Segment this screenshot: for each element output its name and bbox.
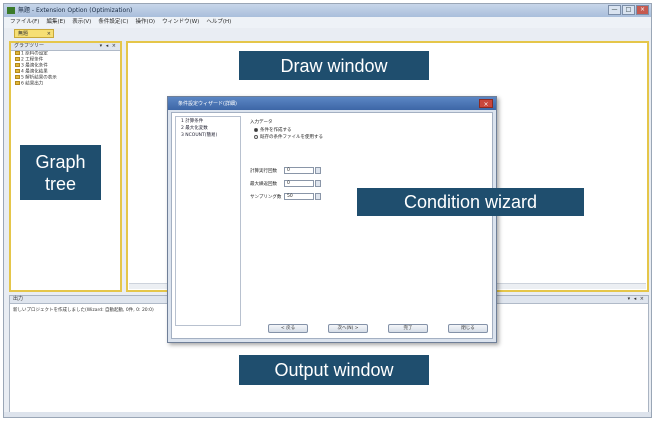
window-controls: — □ ×: [608, 5, 649, 15]
condition-wizard-callout: Condition wizard: [357, 188, 584, 216]
draw-window-callout: Draw window: [239, 51, 429, 80]
pane-controls-icon[interactable]: ▾ ◂ ×: [628, 296, 645, 303]
document-tab[interactable]: 無題 ×: [14, 29, 54, 38]
document-tab-label: 無題: [18, 31, 29, 37]
tree-item-label: 5 解析結果の表示: [21, 75, 57, 81]
field-label: 最大繰返回数: [250, 182, 277, 187]
number-input[interactable]: 0: [284, 180, 314, 187]
folder-icon: [15, 51, 20, 55]
next-button[interactable]: 次へ(N) >: [328, 324, 368, 333]
number-input[interactable]: 0: [284, 167, 314, 174]
app-icon: [7, 7, 15, 14]
wizard-step[interactable]: 2 最大化変数: [176, 124, 240, 131]
tree-item-label: 1 原料の設定: [21, 51, 48, 57]
graph-tree-label-line2: tree: [44, 173, 77, 194]
tree-item-label: 4 最適化結果: [21, 69, 48, 75]
graph-tree-title: グラフツリー: [14, 43, 45, 49]
window-title: 無題 - Extension Option (Optimization): [18, 7, 133, 14]
wizard-steps-list: 1 計算条件 2 最大化変数 3 NCOUNT(簡易): [175, 116, 241, 326]
radio-existing-label: 既存の条件ファイルを使用する: [260, 135, 323, 140]
radio-selected-icon: [254, 127, 258, 132]
back-button[interactable]: < 戻る: [268, 324, 308, 333]
graph-tree-callout: Graph tree: [20, 145, 101, 200]
close-dialog-button[interactable]: 閉じる: [448, 324, 488, 333]
wizard-step[interactable]: 3 NCOUNT(簡易): [176, 131, 240, 138]
folder-icon: [15, 63, 20, 67]
minimize-button[interactable]: —: [608, 5, 621, 15]
radio-create[interactable]: 条件を作成する: [254, 127, 292, 133]
graph-tree-header: グラフツリー ▾ ◂ ×: [11, 43, 120, 51]
dialog-buttons: < 戻る 次へ(N) > 完了 閉じる: [242, 324, 488, 334]
tree-item-label: 6 結果出力: [21, 81, 44, 87]
menu-conditions[interactable]: 条件設定(C): [98, 17, 128, 28]
menu-edit[interactable]: 編集(E): [46, 17, 65, 28]
wizard-content: 入力データ 条件を作成する 既存の条件ファイルを使用する 計算実行回数 0 最大…: [250, 117, 488, 327]
field-label: 計算実行回数: [250, 169, 277, 174]
folder-icon: [15, 69, 20, 73]
dialog-title-bar: 条件設定ウィザード(詳細) ×: [168, 97, 496, 110]
title-bar: 無題 - Extension Option (Optimization) — □…: [4, 4, 651, 17]
close-tab-icon[interactable]: ×: [47, 30, 51, 38]
tree-item-label: 3 最適化条件: [21, 63, 48, 69]
menu-window[interactable]: ウィンドウ(W): [162, 17, 199, 28]
tree-item-label: 2 工程条件: [21, 57, 44, 63]
folder-icon: [15, 81, 20, 85]
field-label: サンプリング数: [250, 195, 282, 200]
number-input[interactable]: 50: [284, 193, 314, 200]
finish-button[interactable]: 完了: [388, 324, 428, 333]
condition-wizard-label: Condition wizard: [403, 192, 538, 212]
output-window-label: Output window: [274, 360, 394, 380]
status-bar: [4, 412, 651, 417]
folder-icon: [15, 75, 20, 79]
dialog-body: 1 計算条件 2 最大化変数 3 NCOUNT(簡易) 入力データ 条件を作成す…: [171, 112, 493, 339]
pane-controls-icon[interactable]: ▾ ◂ ×: [100, 43, 117, 50]
menu-help[interactable]: ヘルプ(H): [206, 17, 231, 28]
tree-item[interactable]: 6 結果出力: [11, 81, 120, 87]
menu-file[interactable]: ファイル(F): [10, 17, 39, 28]
menu-view[interactable]: 表示(V): [72, 17, 91, 28]
radio-create-label: 条件を作成する: [260, 128, 292, 133]
draw-window-label: Draw window: [280, 55, 388, 76]
close-button[interactable]: ×: [636, 5, 649, 15]
dialog-title: 条件設定ウィザード(詳細): [178, 101, 237, 107]
condition-wizard-dialog: 条件設定ウィザード(詳細) × 1 計算条件 2 最大化変数 3 NCOUNT(…: [167, 96, 497, 343]
maximize-button[interactable]: □: [622, 5, 635, 15]
output-window-callout: Output window: [239, 355, 429, 385]
radio-unselected-icon: [254, 134, 258, 139]
graph-tree-label-line1: Graph: [35, 151, 86, 172]
menu-bar: ファイル(F) 編集(E) 表示(V) 条件設定(C) 操作(O) ウィンドウ(…: [4, 17, 651, 28]
wizard-step[interactable]: 1 計算条件: [176, 117, 240, 124]
menu-operation[interactable]: 操作(O): [135, 17, 155, 28]
spinner-icon[interactable]: [315, 193, 321, 200]
spinner-icon[interactable]: [315, 167, 321, 174]
dialog-close-button[interactable]: ×: [479, 99, 493, 108]
output-title: 出力: [13, 296, 24, 302]
folder-icon: [15, 57, 20, 61]
spinner-icon[interactable]: [315, 180, 321, 187]
radio-existing[interactable]: 既存の条件ファイルを使用する: [254, 134, 323, 140]
section-label: 入力データ: [250, 120, 273, 125]
